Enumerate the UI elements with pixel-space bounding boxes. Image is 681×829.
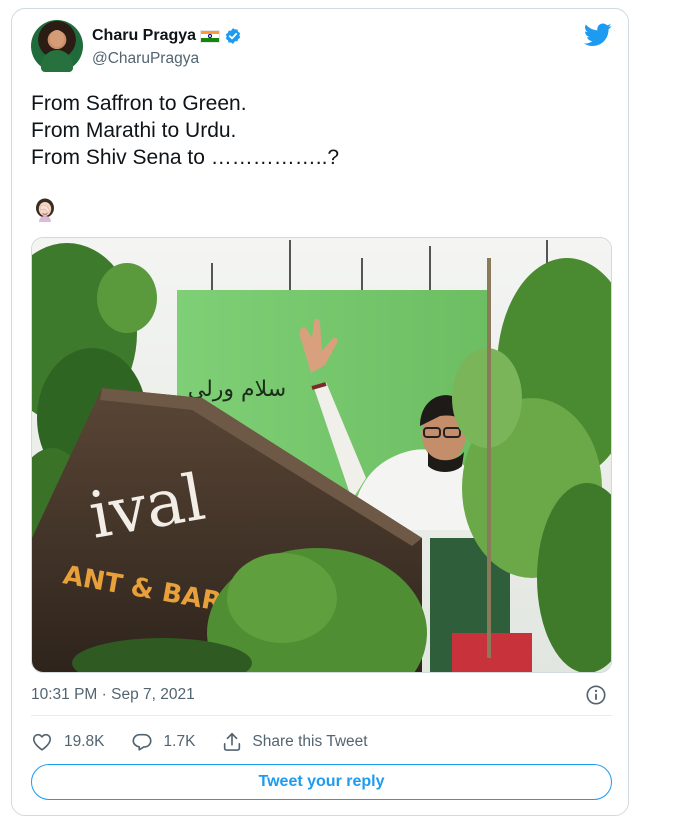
avatar[interactable] <box>31 20 83 72</box>
author-name-row: Charu Pragya <box>92 27 242 45</box>
reply-button[interactable]: 1.7K <box>131 731 196 753</box>
comment-bubble-icon <box>131 733 152 751</box>
woman-facepalming-emoji <box>36 198 54 222</box>
india-flag-icon <box>200 29 221 43</box>
photo-scene: سلام ورلی ival ANT & BAR <box>32 238 611 672</box>
billboard-text: سلام ورلی <box>188 377 286 402</box>
share-button[interactable]: Share this Tweet <box>221 731 368 753</box>
avatar-shirt <box>41 50 73 72</box>
tweet-timestamp[interactable]: 10:31 PM · Sep 7, 2021 <box>31 686 195 704</box>
heart-icon <box>32 733 52 751</box>
tweet-card: Charu Pragya @CharuPragya From Saffron t… <box>11 8 629 816</box>
share-upload-icon <box>224 732 241 751</box>
tweet-reply-button[interactable]: Tweet your reply <box>31 764 612 800</box>
avatar-face <box>50 30 64 47</box>
twitter-bird-icon[interactable] <box>584 23 612 47</box>
like-button[interactable]: 19.8K <box>31 731 105 753</box>
verified-badge-icon <box>225 28 241 44</box>
author-name[interactable]: Charu Pragya <box>92 27 196 45</box>
tweet-text: From Saffron to Green. From Marathi to U… <box>31 92 340 169</box>
reply-count: 1.7K <box>163 733 196 750</box>
info-icon[interactable] <box>585 684 607 706</box>
share-label: Share this Tweet <box>252 733 368 750</box>
stats-divider <box>31 715 612 716</box>
tweet-actions: 19.8K 1.7K Share this Tweet <box>31 731 368 753</box>
author-handle[interactable]: @CharuPragya <box>92 50 199 68</box>
like-count: 19.8K <box>64 733 105 750</box>
tweet-photo[interactable]: سلام ورلی ival ANT & BAR <box>31 237 612 673</box>
